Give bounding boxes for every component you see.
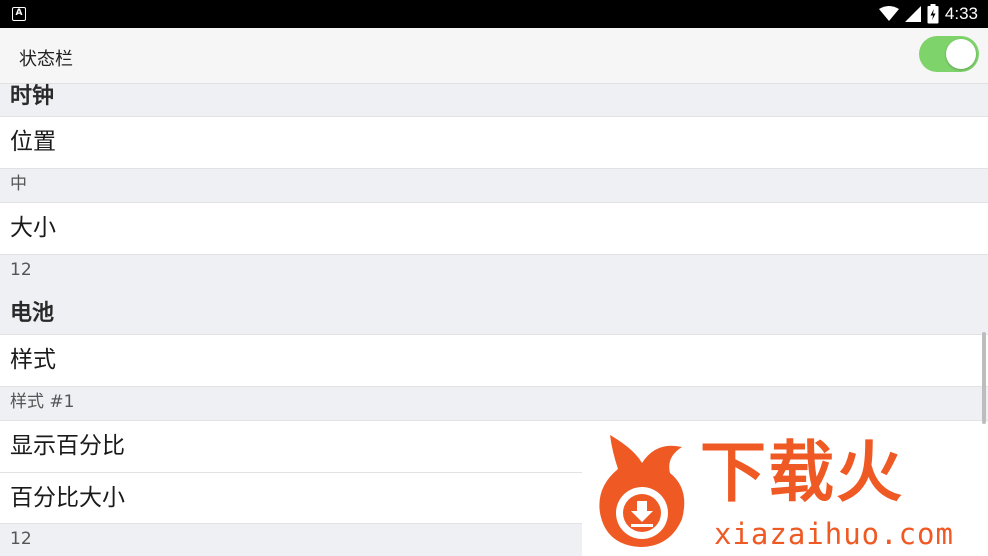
section-header-label: 时钟 (10, 84, 55, 109)
battery-style-value-row: 样式 #1 (0, 386, 988, 420)
status-icons: 4:33 (878, 3, 978, 25)
battery-icon (927, 4, 939, 24)
clock-size-row[interactable]: 大小 (0, 202, 988, 254)
signal-icon (904, 6, 921, 22)
clock-size-value-row: 12 (0, 254, 988, 298)
row-label: 样式 (10, 347, 56, 373)
android-notification-icon: A (12, 7, 26, 21)
row-value: 样式 #1 (10, 392, 75, 412)
battery-style-row[interactable]: 样式 (0, 334, 988, 386)
row-label: 百分比大小 (10, 485, 125, 511)
row-value: 12 (10, 529, 32, 549)
wifi-icon (878, 6, 899, 21)
watermark-logo: 下载火 xiazaihuo.com (582, 425, 988, 556)
row-label: 显示百分比 (10, 433, 125, 459)
flame-download-icon (599, 435, 685, 547)
section-header-label: 电池 (10, 301, 55, 326)
section-header-battery: 电池 (0, 298, 988, 334)
watermark-brand: 下载火 (700, 434, 904, 511)
row-value: 中 (10, 174, 27, 194)
clock-position-value-row: 中 (0, 168, 988, 202)
system-status-bar: A 4:33 (0, 0, 988, 28)
page-title: 状态栏 (19, 49, 73, 70)
scrollbar[interactable] (982, 332, 986, 424)
row-value: 12 (10, 260, 32, 280)
row-label: 位置 (10, 129, 56, 155)
watermark-url: xiazaihuo.com (714, 517, 954, 551)
clock-time: 4:33 (944, 4, 978, 23)
status-bar-toggle[interactable] (919, 36, 979, 72)
row-label: 大小 (10, 215, 56, 241)
app-toolbar: 状态栏 (0, 28, 988, 84)
clock-position-row[interactable]: 位置 (0, 116, 988, 168)
section-header-clock: 时钟 (0, 84, 988, 116)
toggle-knob (946, 39, 976, 69)
